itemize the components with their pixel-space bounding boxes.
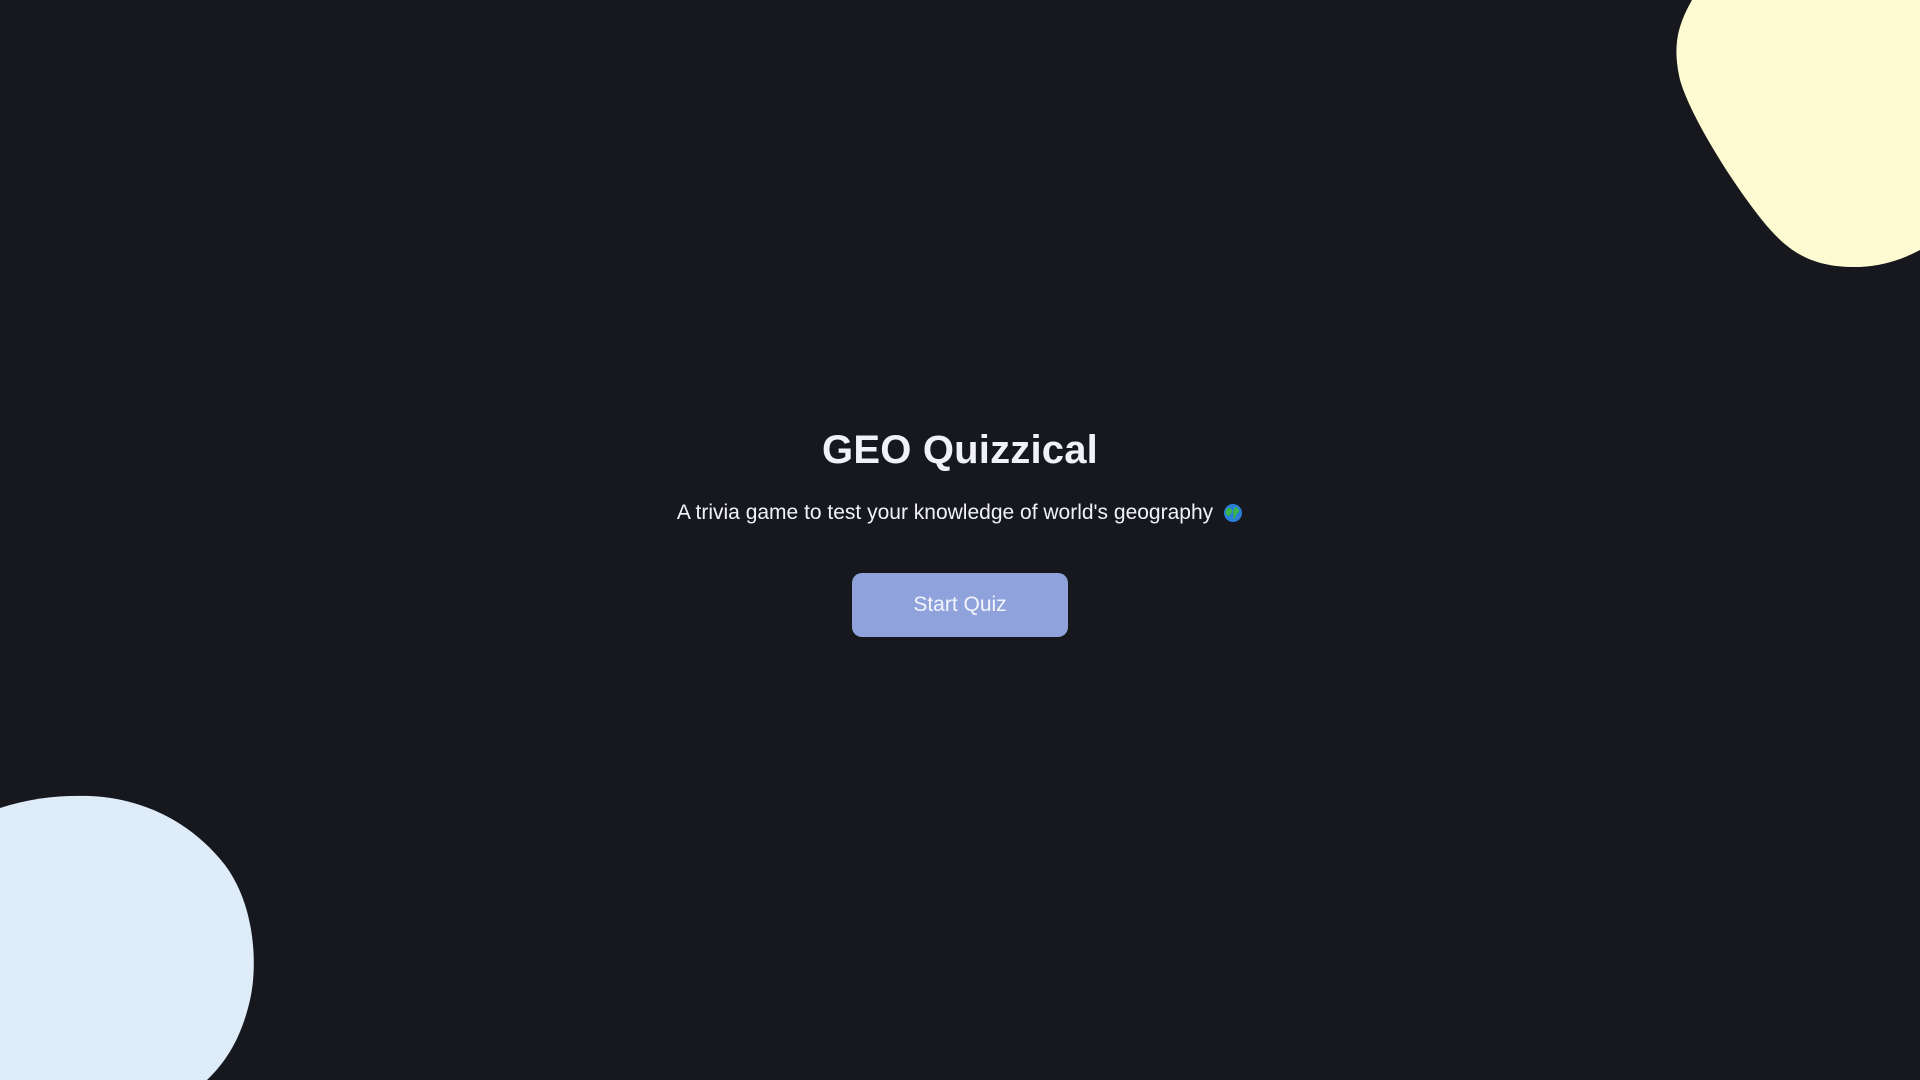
app-title: GEO Quizzical <box>822 428 1098 472</box>
globe-icon <box>1224 503 1243 522</box>
quiz-start-screen: GEO Quizzical A trivia game to test your… <box>0 0 1920 1080</box>
subtitle-text: A trivia game to test your knowledge of … <box>676 501 1214 524</box>
start-content: GEO Quizzical A trivia game to test your… <box>0 0 1920 1080</box>
app-subtitle: A trivia game to test your knowledge of … <box>677 500 1243 525</box>
start-quiz-button[interactable]: Start Quiz <box>852 573 1068 638</box>
